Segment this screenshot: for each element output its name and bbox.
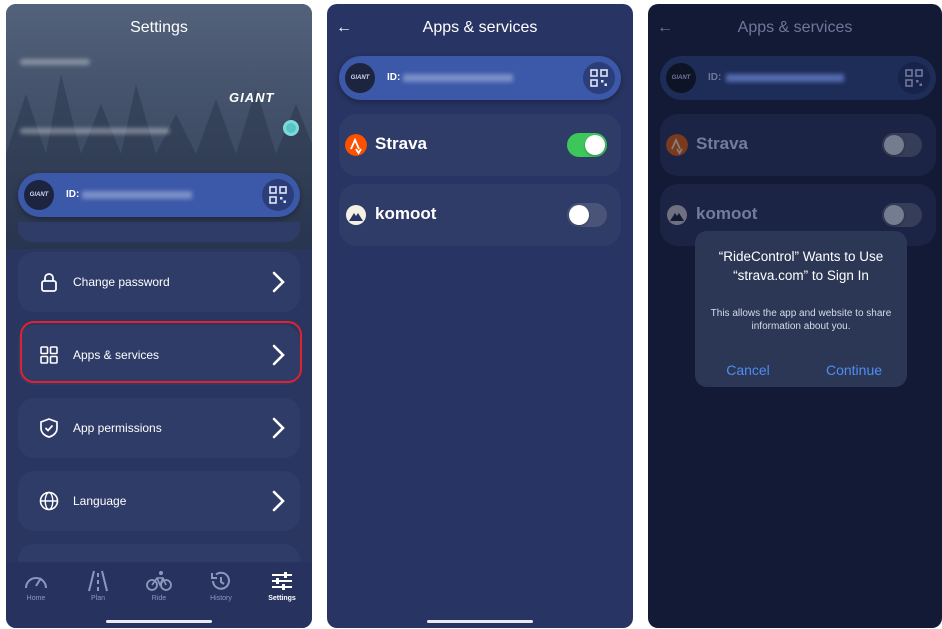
lock-icon xyxy=(41,273,57,292)
chevron-right-icon xyxy=(272,271,285,293)
strava-logo-icon xyxy=(345,134,367,156)
toggle-knob xyxy=(884,205,904,225)
menu-item-change-password[interactable]: Change password xyxy=(18,252,300,312)
qr-code-icon xyxy=(269,186,287,204)
strava-toggle[interactable] xyxy=(567,133,607,157)
toggle-knob xyxy=(585,135,605,155)
tab-label: Settings xyxy=(268,595,296,602)
bike-avatar: GIANT xyxy=(345,63,375,93)
home-indicator xyxy=(427,620,533,623)
menu-item-language[interactable]: Language xyxy=(18,471,300,531)
globe-icon xyxy=(39,491,59,511)
email-blurred xyxy=(20,128,170,134)
menu-item-label: Change password xyxy=(73,275,170,289)
history-icon xyxy=(211,571,230,590)
strava-logo-icon xyxy=(666,134,688,156)
user-id-bar: GIANT ID: xyxy=(660,56,936,100)
menu-item-label: App permissions xyxy=(73,421,162,435)
id-label: ID: xyxy=(66,189,80,200)
service-row-strava: Strava xyxy=(339,114,621,176)
service-name: Strava xyxy=(696,134,748,153)
qr-code-button[interactable] xyxy=(262,179,294,211)
page-title: Settings xyxy=(130,19,188,36)
profile-card-bottom xyxy=(18,222,300,242)
id-value-blurred xyxy=(726,74,844,82)
edit-avatar-icon[interactable] xyxy=(283,120,299,136)
continue-button[interactable]: Continue xyxy=(801,362,907,378)
service-name: komoot xyxy=(375,204,437,223)
komoot-logo-icon xyxy=(346,205,366,225)
service-row-komoot: komoot xyxy=(339,184,621,246)
chevron-right-icon xyxy=(272,490,285,512)
qr-code-button[interactable] xyxy=(583,62,615,94)
gauge-icon xyxy=(25,577,47,589)
apps-services-screen: ← Apps & services GIANT ID: Strava komoo… xyxy=(327,4,633,628)
strava-toggle[interactable] xyxy=(882,133,922,157)
qr-code-icon xyxy=(590,69,608,87)
username-blurred xyxy=(20,59,90,65)
sliders-icon xyxy=(272,572,292,590)
shield-icon xyxy=(40,418,58,438)
tab-label: History xyxy=(210,595,232,602)
menu-item-label: Language xyxy=(73,494,127,508)
qr-code-button[interactable] xyxy=(898,62,930,94)
road-icon xyxy=(88,570,108,592)
page-title: Apps & services xyxy=(422,19,538,36)
user-id-bar: GIANT ID: xyxy=(339,56,621,100)
user-id-bar: GIANT ID: xyxy=(18,173,300,217)
cancel-button[interactable]: Cancel xyxy=(695,362,801,378)
bike-icon xyxy=(146,571,172,591)
sign-in-alert-screen: ← Apps & services GIANT ID: Strava komoo… xyxy=(648,4,942,628)
id-value-blurred xyxy=(82,191,192,199)
menu-item-app-permissions[interactable]: App permissions xyxy=(18,398,300,458)
id-label: ID: xyxy=(708,72,722,83)
sign-in-alert-dialog: “RideControl” Wants to Use “strava.com” … xyxy=(695,231,907,387)
highlight-annotation xyxy=(20,321,302,383)
tab-home[interactable]: Home xyxy=(16,570,56,602)
id-label: ID: xyxy=(387,72,401,83)
bike-avatar: GIANT xyxy=(666,63,696,93)
qr-code-icon xyxy=(905,69,923,87)
tab-label: Home xyxy=(26,595,46,602)
tab-plan[interactable]: Plan xyxy=(78,570,118,602)
settings-screen: Settings GIANT GIANT ID: Change password xyxy=(6,4,312,628)
alert-message: This allows the app and website to share… xyxy=(710,308,892,332)
bike-avatar: GIANT xyxy=(24,180,54,210)
home-indicator xyxy=(106,620,212,623)
komoot-logo-icon xyxy=(667,205,687,225)
alert-title: “RideControl” Wants to Use “strava.com” … xyxy=(718,249,884,283)
tab-label: Ride xyxy=(151,595,167,602)
giant-logo: GIANT xyxy=(229,90,275,105)
komoot-toggle[interactable] xyxy=(882,203,922,227)
service-name: komoot xyxy=(696,204,758,223)
id-value-blurred xyxy=(403,74,513,82)
service-row-strava: Strava xyxy=(660,114,936,176)
tab-settings[interactable]: Settings xyxy=(262,570,302,602)
page-title: Apps & services xyxy=(737,19,853,36)
toggle-knob xyxy=(884,135,904,155)
service-name: Strava xyxy=(375,134,427,153)
tab-history[interactable]: History xyxy=(201,570,241,602)
chevron-right-icon xyxy=(272,417,285,439)
toggle-knob xyxy=(569,205,589,225)
tab-ride[interactable]: Ride xyxy=(139,570,179,602)
bottom-tab-bar: Home Plan Ride History Settings xyxy=(6,562,312,628)
tab-label: Plan xyxy=(90,595,105,602)
komoot-toggle[interactable] xyxy=(567,203,607,227)
